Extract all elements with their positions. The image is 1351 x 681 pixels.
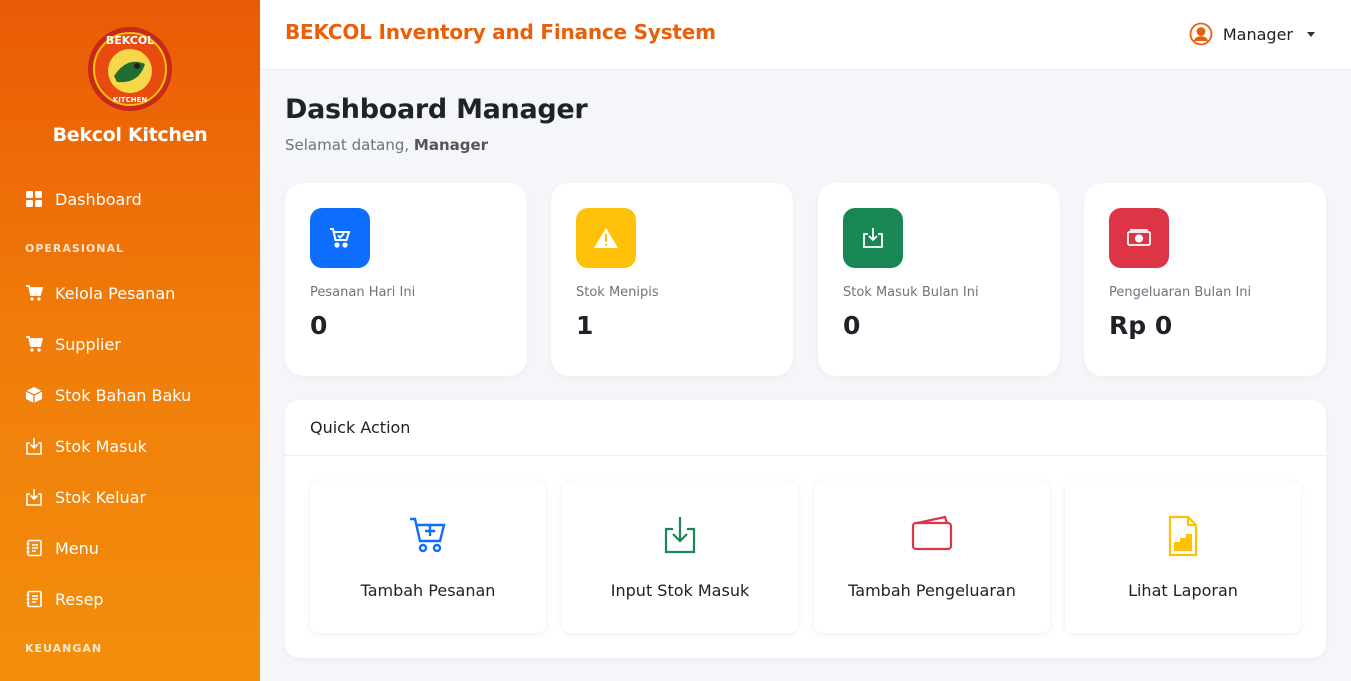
welcome-user: Manager xyxy=(413,136,489,154)
top-header: BEKCOL Inventory and Finance System Mana… xyxy=(260,0,1351,70)
stat-label: Pesanan Hari Ini xyxy=(310,285,416,300)
box-icon xyxy=(25,386,43,404)
stat-label: Stok Masuk Bulan Ini xyxy=(843,285,979,300)
chevron-down-icon xyxy=(1307,31,1315,37)
warning-icon xyxy=(576,208,636,268)
sidebar-item-label: Menu xyxy=(55,538,99,558)
stat-card-pesanan: Pesanan Hari Ini 0 xyxy=(285,183,527,376)
sidebar-item-kelola-pesanan[interactable]: Kelola Pesanan xyxy=(25,281,175,305)
sidebar-item-label: Kelola Pesanan xyxy=(55,283,176,303)
user-menu[interactable]: Manager xyxy=(1189,22,1315,46)
wallet-icon xyxy=(814,515,1050,559)
sidebar: BEKCOL KITCHEN Bekcol Kitchen Dashboard … xyxy=(0,0,260,681)
quick-action-header: Quick Action xyxy=(285,400,1326,456)
journal-icon xyxy=(25,590,43,608)
journal-icon xyxy=(25,539,43,557)
welcome-prefix: Selamat datang, xyxy=(285,136,414,154)
stat-card-stok-menipis: Stok Menipis 1 xyxy=(551,183,793,376)
report-chart-icon xyxy=(1065,515,1301,559)
cash-icon xyxy=(1109,208,1169,268)
user-name: Manager xyxy=(1222,24,1293,44)
section-keuangan: KEUANGAN xyxy=(25,642,103,655)
sidebar-brand: Bekcol Kitchen xyxy=(52,124,208,146)
svg-text:KITCHEN: KITCHEN xyxy=(113,96,148,104)
tambah-pengeluaran-button[interactable]: Tambah Pengeluaran xyxy=(814,481,1050,633)
stat-value: 0 xyxy=(843,311,861,340)
sidebar-item-menu[interactable]: Menu xyxy=(25,536,99,560)
user-circle-icon xyxy=(1189,22,1213,46)
input-stok-masuk-button[interactable]: Input Stok Masuk xyxy=(562,481,798,633)
sidebar-item-stok-keluar[interactable]: Stok Keluar xyxy=(25,485,146,509)
welcome-text: Selamat datang, Manager xyxy=(285,136,488,154)
quick-action-label: Tambah Pesanan xyxy=(360,581,496,600)
stat-value: 0 xyxy=(310,311,328,340)
sidebar-item-label: Stok Masuk xyxy=(55,436,147,456)
sidebar-item-stok-bahan-baku[interactable]: Stok Bahan Baku xyxy=(25,383,191,407)
box-arrow-in-icon xyxy=(25,437,43,455)
sidebar-item-stok-masuk[interactable]: Stok Masuk xyxy=(25,434,147,458)
grid-icon xyxy=(25,190,43,208)
sidebar-item-resep[interactable]: Resep xyxy=(25,587,104,611)
quick-action-title: Quick Action xyxy=(310,418,411,437)
app-title: BEKCOL Inventory and Finance System xyxy=(285,20,716,44)
sidebar-item-label: Stok Bahan Baku xyxy=(55,385,192,405)
stat-label: Stok Menipis xyxy=(576,285,659,300)
brand-logo: BEKCOL KITCHEN xyxy=(87,26,173,112)
sidebar-item-label: Resep xyxy=(55,589,104,609)
sidebar-item-dashboard[interactable]: Dashboard xyxy=(25,187,142,211)
box-arrow-in-icon xyxy=(25,488,43,506)
tambah-pesanan-button[interactable]: Tambah Pesanan xyxy=(310,481,546,633)
cart-check-icon xyxy=(310,208,370,268)
sidebar-item-label: Supplier xyxy=(55,334,121,354)
cart-icon xyxy=(25,335,43,353)
page-title: Dashboard Manager xyxy=(285,94,588,125)
stat-card-stok-masuk: Stok Masuk Bulan Ini 0 xyxy=(818,183,1060,376)
cart-plus-icon xyxy=(310,515,546,559)
stat-value: 1 xyxy=(576,311,594,340)
cart-icon xyxy=(25,284,43,302)
sidebar-item-label: Stok Keluar xyxy=(55,487,147,507)
quick-action-label: Input Stok Masuk xyxy=(610,581,750,600)
stat-card-pengeluaran: Pengeluaran Bulan Ini Rp 0 xyxy=(1084,183,1326,376)
quick-action-label: Tambah Pengeluaran xyxy=(848,581,1016,600)
download-icon xyxy=(562,515,798,559)
quick-action-label: Lihat Laporan xyxy=(1128,581,1238,600)
stat-label: Pengeluaran Bulan Ini xyxy=(1109,285,1252,300)
box-arrow-in-icon xyxy=(843,208,903,268)
lihat-laporan-button[interactable]: Lihat Laporan xyxy=(1065,481,1301,633)
section-operasional: OPERASIONAL xyxy=(25,242,125,255)
svg-text:BEKCOL: BEKCOL xyxy=(106,34,154,47)
sidebar-item-supplier[interactable]: Supplier xyxy=(25,332,121,356)
stat-value: Rp 0 xyxy=(1109,311,1173,340)
sidebar-item-label: Dashboard xyxy=(55,189,142,209)
